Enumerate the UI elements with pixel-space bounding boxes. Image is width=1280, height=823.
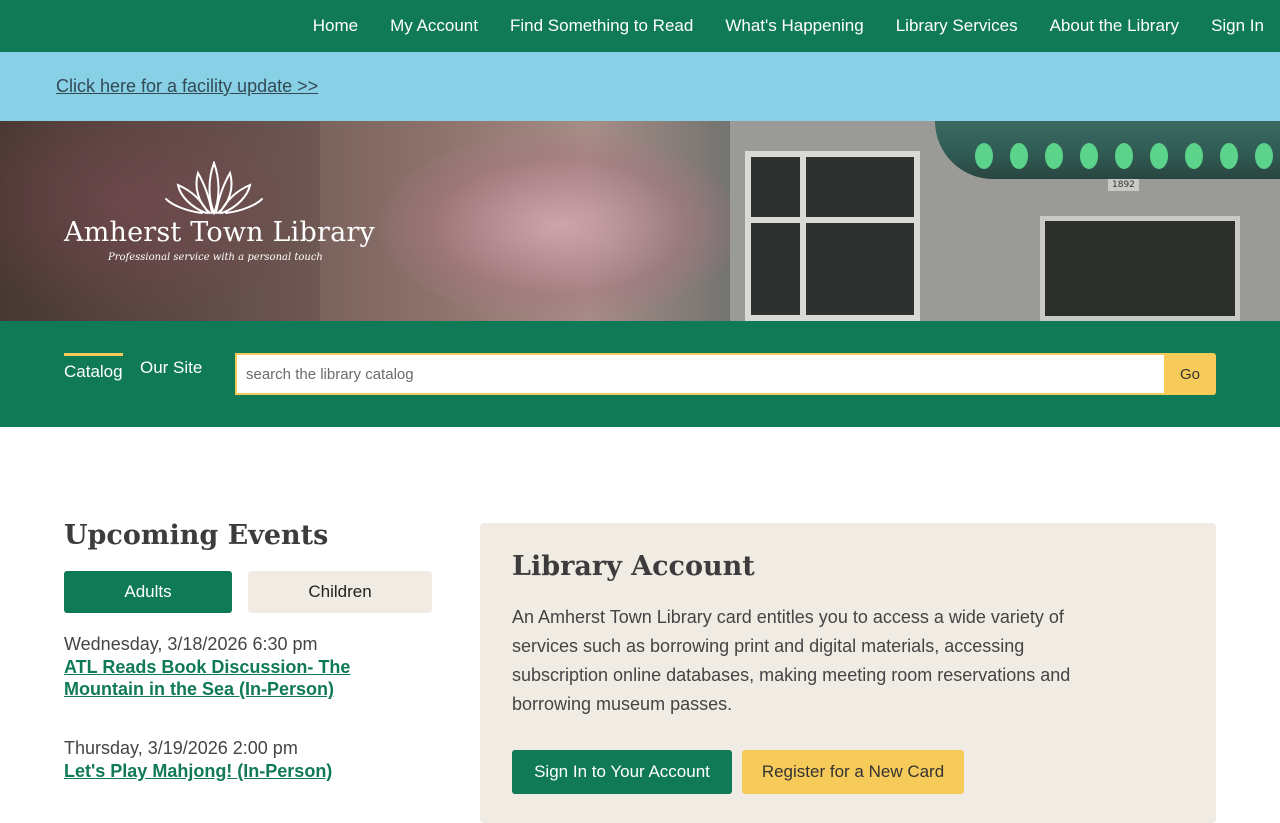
building-number-plaque: 1892 (1108, 179, 1139, 191)
event-item: Thursday, 3/19/2026 2:00 pm Let's Play M… (64, 736, 424, 782)
catalog-search-input[interactable] (235, 353, 1165, 395)
nav-item-find-something-to-read[interactable]: Find Something to Read (510, 16, 693, 36)
nav-item-sign-in[interactable]: Sign In (1211, 16, 1264, 36)
event-date: Thursday, 3/19/2026 2:00 pm (64, 738, 298, 758)
search-go-button[interactable]: Go (1164, 353, 1216, 395)
event-date: Wednesday, 3/18/2026 6:30 pm (64, 634, 318, 654)
nav-item-about-the-library[interactable]: About the Library (1050, 16, 1179, 36)
hero-door (1040, 216, 1240, 321)
library-account-heading: Library Account (512, 551, 755, 582)
sign-in-account-button[interactable]: Sign In to Your Account (512, 750, 732, 794)
library-account-description: An Amherst Town Library card entitles yo… (512, 607, 1071, 714)
facility-update-banner: Click here for a facility update >> (0, 52, 1280, 121)
event-item: Wednesday, 3/18/2026 6:30 pm ATL Reads B… (64, 632, 424, 700)
nav-item-my-account[interactable]: My Account (390, 16, 478, 36)
register-new-card-button[interactable]: Register for a New Card (742, 750, 964, 794)
upcoming-events-heading: Upcoming Events (64, 520, 329, 551)
nav-item-home[interactable]: Home (313, 16, 358, 36)
nav-item-library-services[interactable]: Library Services (896, 16, 1018, 36)
library-logo[interactable]: Amherst Town Library Professional servic… (64, 161, 375, 271)
events-filter-children-button[interactable]: Children (248, 571, 432, 613)
nav-list: Home My Account Find Something to Read W… (281, 0, 1264, 52)
lotus-logo-icon (165, 161, 263, 216)
event-link[interactable]: ATL Reads Book Discussion- The Mountain … (64, 656, 424, 700)
tab-our-site[interactable]: Our Site (140, 358, 202, 378)
hero-blossoms (380, 131, 740, 321)
facility-update-link[interactable]: Click here for a facility update >> (56, 76, 318, 97)
event-link[interactable]: Let's Play Mahjong! (In-Person) (64, 760, 424, 782)
library-name: Amherst Town Library (64, 217, 375, 248)
nav-item-whats-happening[interactable]: What's Happening (725, 16, 863, 36)
hero-banner: 1892 Amherst Town Library Professional s… (0, 121, 1280, 321)
library-account-panel: Library Account An Amherst Town Library … (480, 523, 1216, 823)
library-tagline: Professional service with a personal tou… (108, 252, 323, 263)
search-section: Catalog Our Site Go (0, 321, 1280, 427)
tab-catalog[interactable]: Catalog (64, 353, 123, 389)
events-filter-adults-button[interactable]: Adults (64, 571, 232, 613)
hero-window (800, 151, 920, 321)
hero-awning (935, 121, 1280, 179)
top-navigation: Home My Account Find Something to Read W… (0, 0, 1280, 52)
